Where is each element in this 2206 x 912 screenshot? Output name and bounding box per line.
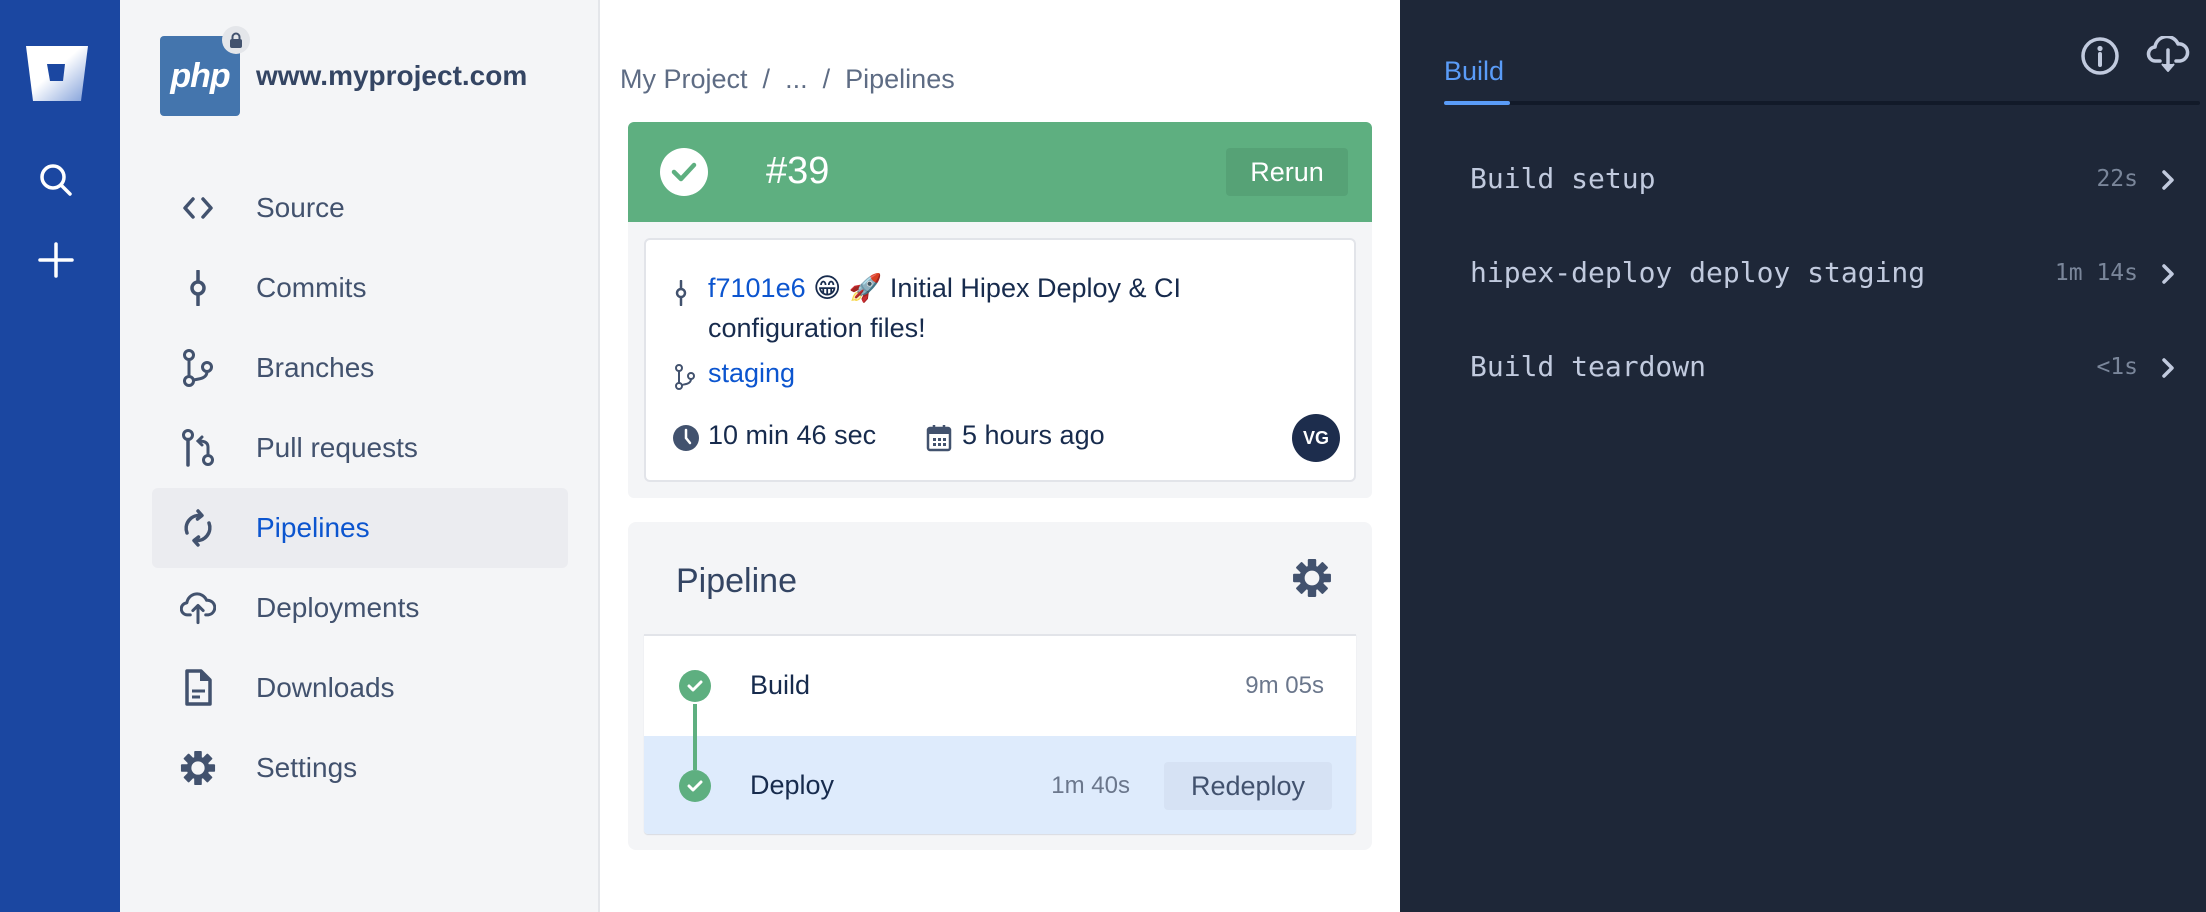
log-row[interactable]: Build teardown <1s (1400, 320, 2206, 414)
log-step-name: hipex-deploy deploy staging (1470, 256, 1926, 289)
sidebar-item-label: Commits (256, 272, 367, 303)
bitbucket-logo-icon[interactable] (25, 45, 89, 103)
breadcrumb-separator: / (762, 64, 771, 94)
project-sidebar: php www.myproject.com Source Commits Bra… (120, 0, 600, 912)
pipeline-started-time: 5 hours ago (962, 420, 1105, 450)
global-nav (0, 0, 120, 912)
log-row[interactable]: Build setup 22s (1400, 132, 2206, 226)
step-success-icon (679, 670, 711, 702)
log-step-duration: <1s (2096, 354, 2138, 380)
breadcrumb-item[interactable]: Pipelines (845, 64, 955, 95)
branch-icon (180, 349, 216, 387)
commit-card: f7101e6 😁 🚀 Initial Hipex Deploy & CI co… (644, 238, 1356, 482)
log-step-name: Build teardown (1470, 350, 1707, 383)
sidebar-item-downloads[interactable]: Downloads (152, 648, 568, 728)
branch-link[interactable]: staging (708, 358, 795, 389)
step-duration: 9m 05s (1245, 672, 1324, 699)
lock-icon (222, 26, 250, 54)
sidebar-item-source[interactable]: Source (152, 168, 568, 248)
gear-icon (180, 750, 216, 786)
tab-build[interactable]: Build (1444, 56, 1504, 87)
sidebar-item-commits[interactable]: Commits (152, 248, 568, 328)
chevron-right-icon (2158, 356, 2178, 380)
sidebar-item-settings[interactable]: Settings (152, 728, 568, 808)
commit-icon (180, 270, 216, 306)
branch-icon (674, 364, 696, 395)
sidebar-item-branches[interactable]: Branches (152, 328, 568, 408)
pipeline-duration: 10 min 46 sec (708, 420, 877, 450)
log-step-duration: 22s (2096, 166, 2138, 192)
rerun-button[interactable]: Rerun (1226, 148, 1348, 196)
sidebar-nav: Source Commits Branches Pull requests Pi… (152, 168, 568, 808)
code-icon (180, 190, 216, 226)
sidebar-item-pipelines[interactable]: Pipelines (152, 488, 568, 568)
sidebar-item-label: Settings (256, 752, 358, 783)
sidebar-item-label: Downloads (256, 672, 395, 703)
breadcrumb-item[interactable]: My Project (620, 64, 748, 95)
project-name[interactable]: www.myproject.com (256, 60, 527, 92)
pipelines-icon (180, 509, 216, 547)
commit-hash-link[interactable]: f7101e6 (708, 273, 806, 303)
step-duration: 1m 40s (1051, 772, 1130, 799)
step-name: Deploy (750, 770, 835, 800)
success-check-icon (660, 148, 708, 196)
search-icon[interactable] (36, 160, 76, 200)
gear-icon[interactable] (1292, 558, 1332, 598)
cloud-upload-icon (180, 590, 216, 626)
plus-icon[interactable] (36, 240, 76, 280)
cloud-download-icon[interactable] (2146, 34, 2190, 76)
pipeline-number: #39 (766, 150, 830, 192)
active-tab-indicator (1444, 101, 1510, 105)
step-success-icon (679, 770, 711, 802)
sidebar-item-label: Branches (256, 352, 375, 383)
author-avatar[interactable]: VG (1292, 414, 1340, 462)
sidebar-item-label: Deployments (256, 592, 420, 623)
step-connector (693, 704, 697, 770)
pipeline-card: Pipeline Build 9m 05s Deploy 1m 40s Rede… (628, 522, 1372, 850)
pipeline-step-build[interactable]: Build 9m 05s (644, 636, 1356, 736)
breadcrumb-item[interactable]: ... (785, 64, 808, 95)
log-steps-list: Build setup 22s hipex-deploy deploy stag… (1400, 132, 2206, 414)
tab-divider (1444, 101, 2200, 105)
commit-icon (674, 279, 688, 311)
step-name: Build (750, 670, 811, 700)
log-step-duration: 1m 14s (2054, 260, 2138, 286)
log-row[interactable]: hipex-deploy deploy staging 1m 14s (1400, 226, 2206, 320)
file-icon (180, 669, 216, 706)
pull-request-icon (180, 429, 216, 467)
log-step-name: Build setup (1470, 162, 1656, 195)
chevron-right-icon (2158, 168, 2178, 192)
project-avatar[interactable]: php (160, 26, 250, 116)
clock-icon (672, 424, 700, 457)
sidebar-item-label: Pull requests (256, 432, 418, 463)
sidebar-item-label: Pipelines (256, 512, 370, 543)
sidebar-item-pull-requests[interactable]: Pull requests (152, 408, 568, 488)
sidebar-item-label: Source (256, 192, 345, 223)
main-content: My Project / ... / Pipelines #39 Rerun f… (600, 0, 1400, 912)
pipeline-title: Pipeline (676, 562, 797, 600)
breadcrumb: My Project / ... / Pipelines (620, 64, 955, 95)
sidebar-item-deployments[interactable]: Deployments (152, 568, 568, 648)
breadcrumb-separator (748, 64, 763, 95)
pipeline-step-deploy[interactable]: Deploy 1m 40s Redeploy (644, 736, 1356, 834)
commit-info-panel: f7101e6 😁 🚀 Initial Hipex Deploy & CI co… (628, 222, 1372, 498)
info-icon[interactable] (2080, 36, 2120, 76)
commit-message: f7101e6 😁 🚀 Initial Hipex Deploy & CI co… (708, 268, 1268, 348)
breadcrumb-separator: / (822, 64, 831, 94)
pipeline-steps: Build 9m 05s Deploy 1m 40s Redeploy (644, 634, 1356, 834)
chevron-right-icon (2158, 262, 2178, 286)
pipeline-status-header: #39 Rerun (628, 122, 1372, 222)
calendar-icon (926, 424, 952, 457)
step-log-panel: Build Build setup 22s hipex-deploy deplo… (1400, 0, 2206, 912)
redeploy-button[interactable]: Redeploy (1164, 762, 1332, 810)
